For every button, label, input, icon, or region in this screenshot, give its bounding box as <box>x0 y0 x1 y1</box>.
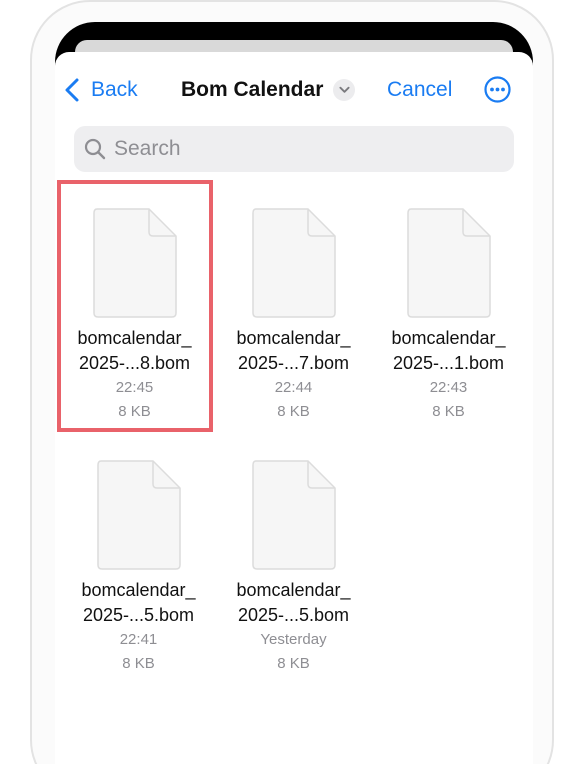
file-size: 8 KB <box>122 655 155 672</box>
file-size: 8 KB <box>277 403 310 420</box>
file-size: 8 KB <box>432 403 465 420</box>
file-time: 22:44 <box>274 379 313 396</box>
file-item[interactable]: bomcalendar_ 2025-...5.bom Yesterday 8 K… <box>216 460 371 676</box>
file-item[interactable]: bomcalendar_ 2025-...7.bom 22:44 8 KB <box>216 208 371 424</box>
file-name: bomcalendar_ 2025-...7.bom <box>236 328 351 373</box>
back-button[interactable]: Back <box>63 76 138 104</box>
file-name: bomcalendar_ 2025-...5.bom <box>81 580 196 625</box>
file-time: 22:43 <box>429 379 468 396</box>
cancel-button[interactable]: Cancel <box>387 76 452 104</box>
search-icon <box>84 138 106 160</box>
file-time: 22:45 <box>115 379 154 396</box>
document-icon <box>92 208 177 318</box>
folder-title: Bom Calendar <box>181 78 324 101</box>
folder-title-menu[interactable]: Bom Calendar <box>181 76 356 104</box>
document-icon <box>251 208 336 318</box>
file-size: 8 KB <box>277 655 310 672</box>
document-icon <box>96 460 181 570</box>
file-name: bomcalendar_ 2025-...5.bom <box>236 580 351 625</box>
chevron-left-icon <box>65 78 79 102</box>
file-size: 8 KB <box>118 403 151 420</box>
file-item[interactable]: bomcalendar_ 2025-...8.bom 22:45 8 KB <box>57 208 212 424</box>
document-icon <box>406 208 491 318</box>
more-options-button[interactable] <box>484 76 511 103</box>
back-label: Back <box>91 78 138 101</box>
file-item[interactable]: bomcalendar_ 2025-...1.bom 22:43 8 KB <box>371 208 526 424</box>
search-bar <box>74 126 514 172</box>
file-time: Yesterday <box>260 631 327 648</box>
file-item[interactable]: bomcalendar_ 2025-...5.bom 22:41 8 KB <box>61 460 216 676</box>
document-icon <box>251 460 336 570</box>
file-name: bomcalendar_ 2025-...1.bom <box>391 328 506 373</box>
ellipsis-circle-icon <box>484 76 511 103</box>
file-time: 22:41 <box>119 631 158 648</box>
file-name: bomcalendar_ 2025-...8.bom <box>77 328 192 373</box>
search-input[interactable] <box>114 137 494 161</box>
chevron-down-icon <box>333 79 356 101</box>
